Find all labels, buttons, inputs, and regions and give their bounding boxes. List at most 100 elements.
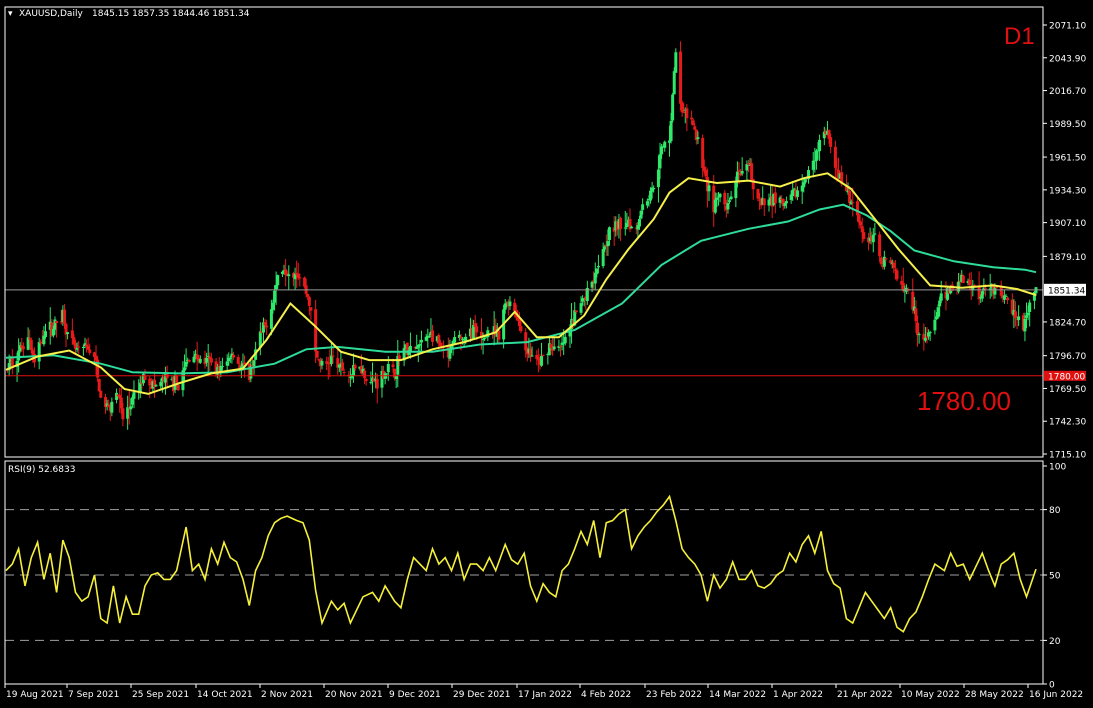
candle — [107, 399, 111, 408]
candle-body — [579, 303, 583, 313]
candle-body — [993, 287, 997, 295]
chart-svg: 2071.10 2043.90 2016.70 1989.50 1961.50 1934.… — [4, 6, 1086, 700]
candle-body — [933, 319, 937, 331]
candle — [679, 41, 683, 111]
candle-body — [923, 337, 927, 341]
candle-body — [1026, 312, 1030, 316]
candle — [729, 191, 733, 201]
candle — [844, 174, 848, 192]
candle — [807, 166, 811, 184]
x-tick-label: 10 May 2022 — [901, 690, 960, 700]
candle — [871, 228, 875, 253]
candle-body — [833, 146, 837, 168]
current-price-tag-label: 1851.34 — [1048, 286, 1085, 296]
candle — [307, 296, 311, 316]
candle-body — [595, 268, 599, 275]
candle — [431, 324, 435, 347]
candle-body — [980, 291, 984, 299]
candle-body — [386, 363, 390, 373]
candle-body — [656, 169, 660, 188]
candle-body — [917, 334, 921, 336]
candle-body — [269, 309, 273, 329]
candle — [99, 390, 103, 399]
candle-body — [314, 309, 318, 352]
x-tick-label: 16 Jun 2022 — [1029, 690, 1083, 700]
x-tick-label: 29 Dec 2021 — [453, 690, 511, 700]
candle — [336, 348, 340, 375]
candle-body — [682, 111, 686, 113]
candle-body — [680, 102, 684, 113]
candle-body — [519, 326, 523, 332]
candle-body — [1004, 295, 1008, 297]
x-tick-label: 14 Oct 2021 — [197, 690, 253, 700]
candle-body — [916, 322, 920, 336]
candle-body — [391, 364, 395, 368]
candle-body — [726, 203, 730, 210]
candle — [187, 359, 191, 363]
y-tick-label: 1879.10 — [1049, 253, 1086, 263]
candle-body — [756, 189, 760, 199]
candle — [184, 348, 188, 370]
candle — [195, 341, 199, 371]
candle-body — [1028, 302, 1032, 312]
candle-body — [483, 337, 487, 339]
candle-body — [517, 319, 521, 327]
candle — [740, 157, 744, 176]
candle-body — [431, 330, 435, 342]
x-tick-label: 23 Feb 2022 — [646, 690, 702, 700]
collapse-triangle-icon[interactable]: ▾ — [8, 9, 13, 19]
candle-body — [691, 120, 695, 126]
candle — [309, 307, 313, 320]
candle-body — [320, 360, 324, 366]
candle-body — [829, 137, 833, 147]
candle-body — [77, 346, 81, 348]
candle — [508, 296, 512, 311]
candle — [773, 187, 777, 214]
candle-body — [427, 335, 431, 338]
candle — [691, 118, 695, 126]
candle — [685, 104, 689, 132]
axes: 2071.10 2043.90 2016.70 1989.50 1961.50 1934.… — [4, 6, 1086, 700]
candle-body — [999, 287, 1003, 296]
candle — [901, 267, 905, 293]
candle-body — [419, 339, 423, 343]
candle — [1017, 305, 1021, 326]
candle — [10, 349, 14, 375]
candle-body — [375, 378, 379, 389]
rsi-panel-frame — [4, 460, 1044, 685]
candle-body — [453, 337, 457, 343]
candle — [231, 352, 235, 360]
candle — [164, 366, 168, 395]
rsi-title: RSI(9) 52.6833 — [8, 465, 75, 475]
candle-body — [472, 325, 476, 340]
x-tick-label: 19 Aug 2021 — [6, 690, 64, 700]
candle — [557, 339, 561, 352]
candle-body — [437, 334, 441, 344]
candle-body — [86, 345, 90, 350]
candle — [892, 260, 896, 274]
candle — [236, 354, 240, 365]
candle — [726, 192, 730, 214]
candle — [1013, 301, 1017, 327]
candle-body — [220, 366, 224, 368]
candle-body — [37, 342, 41, 362]
symbol-label: XAUUSD,Daily — [19, 9, 83, 19]
candle-body — [231, 354, 235, 358]
candle-body — [814, 150, 818, 161]
candle — [81, 344, 85, 356]
candle — [601, 242, 605, 269]
candle-body — [198, 358, 202, 363]
candle-body — [1017, 316, 1021, 321]
candle-body — [914, 308, 918, 322]
ma-slow-line — [5, 203, 1037, 375]
candle-body — [17, 350, 21, 361]
candle-body — [97, 378, 101, 392]
candle-body — [729, 196, 733, 200]
candle-body — [563, 336, 567, 344]
rsi-y-tick-label: 0 — [1049, 681, 1055, 691]
candle-body — [143, 375, 147, 381]
candle-body — [306, 293, 310, 297]
candle-body — [385, 373, 389, 375]
candle-body — [704, 169, 708, 177]
candle — [205, 352, 209, 367]
